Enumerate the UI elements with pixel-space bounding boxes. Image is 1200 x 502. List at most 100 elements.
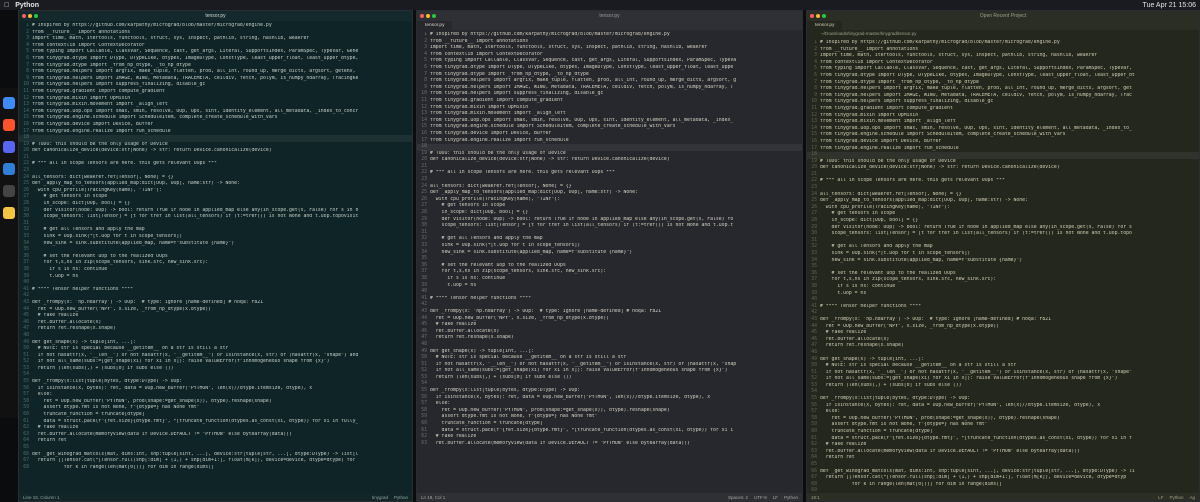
code-line[interactable]: 45 # fake realize (19, 313, 412, 320)
code-line[interactable]: 12 from tinygrad.mixin import OpMixin (417, 105, 802, 112)
code-line[interactable]: 5 from typing import Callable, ClassVar, … (19, 49, 412, 56)
discord-icon[interactable] (3, 141, 15, 153)
code-line[interactable]: 56 if isinstance(x, bytes): ret, data = … (417, 395, 802, 402)
code-line[interactable]: 54 (19, 372, 412, 379)
code-line[interactable]: 58 ret = UOp.new_buffer("PYTHON", prod(s… (807, 416, 1199, 423)
code-line[interactable]: 22 # *** all in scope Tensors are here. t… (417, 170, 802, 177)
code-line[interactable]: 18 (19, 135, 412, 142)
code-line[interactable]: 31 (807, 238, 1199, 245)
code-line[interactable]: 14 from tinygrad.uop.ops import smax, smi… (19, 109, 412, 116)
code-line[interactable]: 2 from __future__ import annotations (417, 39, 802, 46)
code-line[interactable]: 27 # get tensors in scope (19, 194, 412, 201)
code-line[interactable]: 34 new_sink = sink.substitute(applied_ma… (417, 250, 802, 257)
code-line[interactable]: 29 def visitor(node: UOp) -> bool: retur… (417, 217, 802, 224)
code-line[interactable]: 38 if s is ns: continue (807, 284, 1199, 291)
code-line[interactable]: 21 (417, 164, 802, 171)
code-line[interactable]: 62 # fake realize (807, 442, 1199, 449)
code-line[interactable]: 53 return (len(subs),) + (subs[0] if sub… (19, 366, 412, 373)
code-line[interactable]: 1 # inspired by https://github.com/karpat… (807, 40, 1199, 47)
code-line[interactable]: 51 if not hasattr(x, "__len__") or not h… (19, 353, 412, 360)
code-line[interactable]: 20 def canonicalize_device(device:str|Non… (19, 148, 412, 155)
code-line[interactable]: 58 ret = UOp.new_buffer("PYTHON", prod(s… (417, 408, 802, 415)
code-line[interactable]: 23 (807, 185, 1199, 192)
code-line[interactable]: 8 from tinygrad.helpers import argfix, ma… (807, 86, 1199, 93)
code-line[interactable]: 25 def _apply_map_to_tensors(applied_map:… (807, 198, 1199, 205)
code-line[interactable]: 23 (19, 168, 412, 175)
code-line[interactable]: 29 def visitor(node: UOp) -> bool: retur… (19, 208, 412, 215)
status-item[interactable]: LF (1158, 495, 1163, 500)
code-line[interactable]: 33 sink = UOp.sink(*[t.uop for t in scop… (19, 234, 412, 241)
code-line[interactable]: 49 def get_shape(x) -> tuple[int, ...]: (417, 349, 802, 356)
code-line[interactable]: 9 from tinygrad.helpers import IMAGE, WIN… (417, 85, 802, 92)
code-line[interactable]: 42 (417, 302, 802, 309)
code-line[interactable]: 14 from tinygrad.uop.ops import smax, smi… (417, 118, 802, 125)
code-line[interactable]: 47 return ret.reshape(x.shape) (19, 326, 412, 333)
code-line[interactable]: 58 ret = UOp.new_buffer("PYTHON", prod(s… (19, 399, 412, 406)
status-item[interactable]: Spaces: 2 (728, 495, 748, 500)
code-line[interactable]: 28 in_scope: dict[UOp, bool] = {} (807, 218, 1199, 225)
code-line[interactable]: 13 from tinygrad.mixin.movement import _a… (417, 111, 802, 118)
code-line[interactable]: 44 ret = UOp.new_buffer("NPY", x.size, _… (807, 324, 1199, 331)
code-line[interactable]: 27 # get tensors in scope (417, 203, 802, 210)
cursor-position[interactable]: Line 18, Column 1 (23, 495, 60, 500)
code-line[interactable]: 64 return ret (19, 438, 412, 445)
code-line[interactable]: 21 (19, 155, 412, 162)
code-line[interactable]: 52 if not all_same(subs:=[get_shape(xi) … (807, 376, 1199, 383)
zoom-window-icon[interactable] (432, 14, 436, 18)
code-line[interactable]: 45 # fake realize (807, 330, 1199, 337)
code-line[interactable]: 35 (19, 247, 412, 254)
code-line[interactable]: 32 # get all Tensors and apply the map (417, 236, 802, 243)
code-line[interactable]: 63 ret.buffer.allocate(memoryview(data i… (19, 432, 412, 439)
code-line[interactable]: 41 # **** Tensor helper functions **** (417, 296, 802, 303)
code-editor[interactable]: 1 # inspired by https://github.com/karpat… (19, 23, 412, 493)
code-editor[interactable]: 1 # inspired by https://github.com/karpat… (807, 40, 1199, 493)
code-line[interactable]: 17 from tinygrad.engine.realize import ru… (417, 138, 802, 145)
zoom-window-icon[interactable] (34, 14, 38, 18)
code-line[interactable]: 22 # *** all in scope Tensors are here. t… (807, 178, 1199, 185)
code-line[interactable]: 37 for t,s,ns in zip(scope_tensors, sink… (417, 269, 802, 276)
code-line[interactable]: 11 from tinygrad.gradient import compute_… (807, 106, 1199, 113)
code-line[interactable]: 9 from tinygrad.helpers import IMAGE, WIN… (19, 76, 412, 83)
code-line[interactable]: 24 all_tensors: dict[weakref.ref[Tensor],… (19, 175, 412, 182)
code-line[interactable]: 47 return ret.reshape(x.shape) (417, 335, 802, 342)
code-line[interactable]: 35 (417, 256, 802, 263)
code-line[interactable]: 10 from tinygrad.helpers import suppress_… (807, 99, 1199, 106)
code-line[interactable]: 28 in_scope: dict[UOp, bool] = {} (19, 201, 412, 208)
code-line[interactable]: 13 from tinygrad.mixin.movement import _a… (19, 102, 412, 109)
code-line[interactable]: 63 ret.buffer.allocate(memoryview(data i… (807, 449, 1199, 456)
code-line[interactable]: 61 data = struct.pack(f"{ret.size}{dtype… (807, 436, 1199, 443)
code-line[interactable]: 4 from contextlib import ContextDecorator (417, 52, 802, 59)
code-line[interactable]: 20 def canonicalize_device(device:str|Non… (807, 165, 1199, 172)
code-line[interactable]: 40 (807, 297, 1199, 304)
code-line[interactable]: 4 from contextlib import ContextDecorator (807, 60, 1199, 67)
close-window-icon[interactable] (810, 14, 814, 18)
code-line[interactable]: 29 def visitor(node: UOp) -> bool: retur… (807, 225, 1199, 232)
code-line[interactable]: 46 ret.buffer.allocate(x) (807, 337, 1199, 344)
code-line[interactable]: 55 def _frompy(x:list|tuple|bytes, dtype:… (19, 379, 412, 386)
code-line[interactable]: 68 for k in range(len(mat[0]))] for dim … (19, 465, 412, 472)
code-line[interactable]: 9 from tinygrad.helpers import IMAGE, WIN… (807, 93, 1199, 100)
close-window-icon[interactable] (22, 14, 26, 18)
code-line[interactable]: 39 t.uop = ns (417, 283, 802, 290)
code-line[interactable]: 43 def _frompy(x: 'np.ndarray') -> UOp: #… (19, 300, 412, 307)
code-line[interactable]: 55 def _frompy(x:list|tuple|bytes, dtype:… (417, 388, 802, 395)
code-line[interactable]: 26 with cpu_profile(TracingKey(name), "T… (807, 205, 1199, 212)
code-line[interactable]: 50 # NOTE: str is special because __geti… (417, 355, 802, 362)
code-line[interactable]: 19 # TODO: this should be the only usage … (807, 159, 1199, 166)
code-line[interactable]: 66 def _get_winograd_matcols(mat, dims:in… (19, 452, 412, 459)
code-line[interactable]: 47 return ret.reshape(x.shape) (807, 343, 1199, 350)
notes-icon[interactable] (3, 207, 15, 219)
code-line[interactable]: 7 from tinygrad.dtype import _from_np_dty… (807, 80, 1199, 87)
status-item[interactable]: Ag (1189, 495, 1195, 500)
finder-icon[interactable] (3, 97, 15, 109)
code-line[interactable]: 28 in_scope: dict[UOp, bool] = {} (417, 210, 802, 217)
tab-tensor-py[interactable]: tensor.py (417, 21, 453, 30)
code-line[interactable]: 48 (19, 333, 412, 340)
code-line[interactable]: 65 (807, 462, 1199, 469)
code-line[interactable]: 8 from tinygrad.helpers import argfix, ma… (417, 78, 802, 85)
code-line[interactable]: 54 (417, 381, 802, 388)
code-line[interactable]: 43 def _frompy(x: 'np.ndarray') -> UOp: #… (807, 317, 1199, 324)
close-window-icon[interactable] (420, 14, 424, 18)
app-name[interactable]: Python (15, 2, 39, 9)
code-line[interactable]: 15 from tinygrad.engine.schedule import S… (19, 115, 412, 122)
